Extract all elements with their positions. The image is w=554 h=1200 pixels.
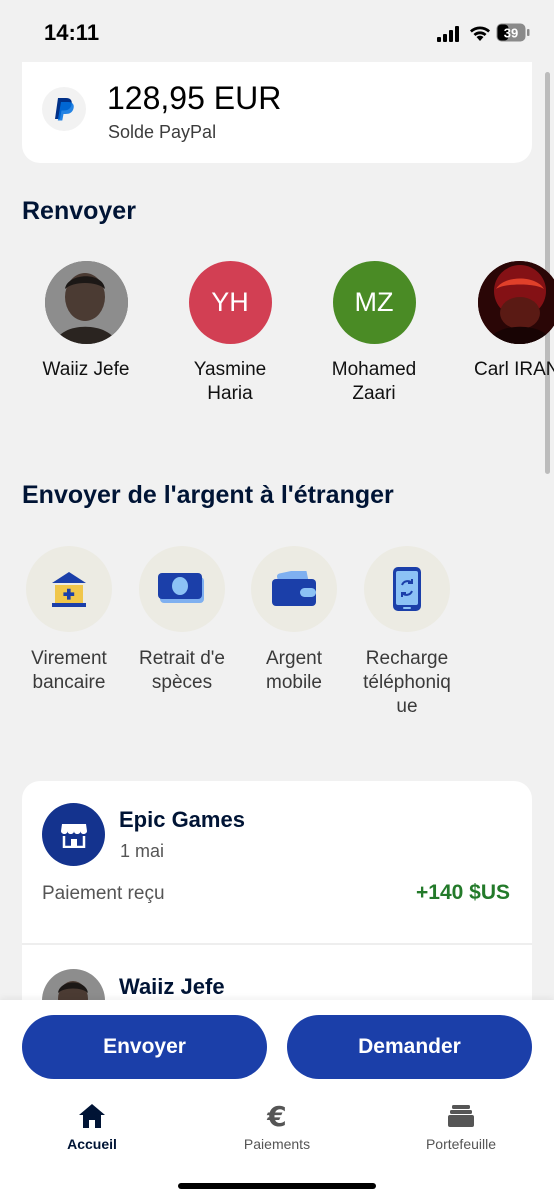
tab-label: Portefeuille	[425, 1136, 497, 1152]
wifi-icon	[470, 26, 490, 41]
home-indicator	[178, 1183, 376, 1189]
phone-refresh-icon	[364, 546, 450, 632]
tab-label: Accueil	[67, 1136, 117, 1152]
contact-waiiz-jefe[interactable]: Waiiz Jefe	[16, 261, 156, 382]
send-button[interactable]: Envoyer	[22, 1015, 267, 1079]
contact-name: Carl IRAN	[474, 359, 554, 380]
cash-icon	[139, 546, 225, 632]
paypal-logo-icon	[42, 87, 86, 131]
activity-title: Waiiz Jefe	[119, 974, 225, 999]
balance-label: Solde PayPal	[108, 122, 217, 142]
cellular-signal-icon	[437, 26, 459, 42]
activity-title: Epic Games	[119, 807, 245, 832]
person-photo-icon	[44, 261, 128, 344]
service-phone-top-up[interactable]: Recharge téléphonique	[347, 546, 467, 719]
status-bar: 14:11 39	[0, 0, 554, 62]
avatar: MZ	[332, 261, 416, 344]
service-label: Recharge téléphonique	[363, 648, 451, 717]
balance-amount: 128,95 EUR	[107, 80, 282, 116]
tab-wallet[interactable]: Portefeuille	[386, 1100, 536, 1152]
wallet-stack-icon	[386, 1100, 536, 1132]
bottom-bar: Envoyer Demander Accueil € Paiements Por…	[0, 1000, 554, 1200]
contact-yasmine-haria[interactable]: YH Yasmine Haria	[160, 261, 300, 406]
activity-description: Paiement reçu	[42, 883, 165, 904]
bank-icon	[26, 546, 112, 632]
avatar-initials: MZ	[354, 287, 394, 317]
service-mobile-money[interactable]: Argent mobile	[234, 546, 354, 695]
service-label: Retrait d'espèces	[138, 648, 225, 693]
tab-payments[interactable]: € Paiements	[202, 1099, 352, 1153]
avatar	[478, 261, 554, 344]
battery-icon: 39	[496, 23, 530, 42]
contact-name: Yasmine Haria	[193, 359, 267, 404]
battery-level: 39	[504, 26, 518, 41]
store-icon	[42, 803, 105, 866]
avatar	[44, 261, 128, 344]
contact-mohamed-zaari[interactable]: MZ Mohamed Zaari	[304, 261, 444, 406]
wallet-icon	[251, 546, 337, 632]
home-icon	[17, 1100, 167, 1132]
contact-carl-iran[interactable]: Carl IRAN	[448, 261, 554, 382]
service-label: Virement bancaire	[31, 648, 107, 693]
contact-name: Mohamed Zaari	[331, 359, 417, 404]
avatar: YH	[188, 261, 272, 344]
contact-name: Waiiz Jefe	[42, 359, 130, 380]
service-bank-transfer[interactable]: Virement bancaire	[9, 546, 129, 695]
request-button[interactable]: Demander	[287, 1015, 532, 1079]
avatar-initials: YH	[211, 287, 249, 317]
tab-home[interactable]: Accueil	[17, 1100, 167, 1152]
activity-amount: +140 $US	[416, 881, 510, 904]
euro-icon: €	[267, 1099, 287, 1133]
activity-card: Epic Games 1 mai Paiement reçu +140 $US …	[22, 781, 532, 1021]
tab-label: Paiements	[243, 1136, 311, 1152]
service-label: Argent mobile	[266, 648, 322, 693]
activity-date: 1 mai	[120, 841, 165, 861]
character-art-icon	[478, 261, 554, 344]
international-section-title: Envoyer de l'argent à l'étranger	[22, 481, 394, 509]
resend-section-title: Renvoyer	[22, 197, 136, 225]
divider	[22, 943, 532, 945]
status-time: 14:11	[44, 20, 100, 45]
balance-card[interactable]: 128,95 EUR Solde PayPal	[22, 62, 532, 163]
service-cash-withdrawal[interactable]: Retrait d'espèces	[122, 546, 242, 695]
